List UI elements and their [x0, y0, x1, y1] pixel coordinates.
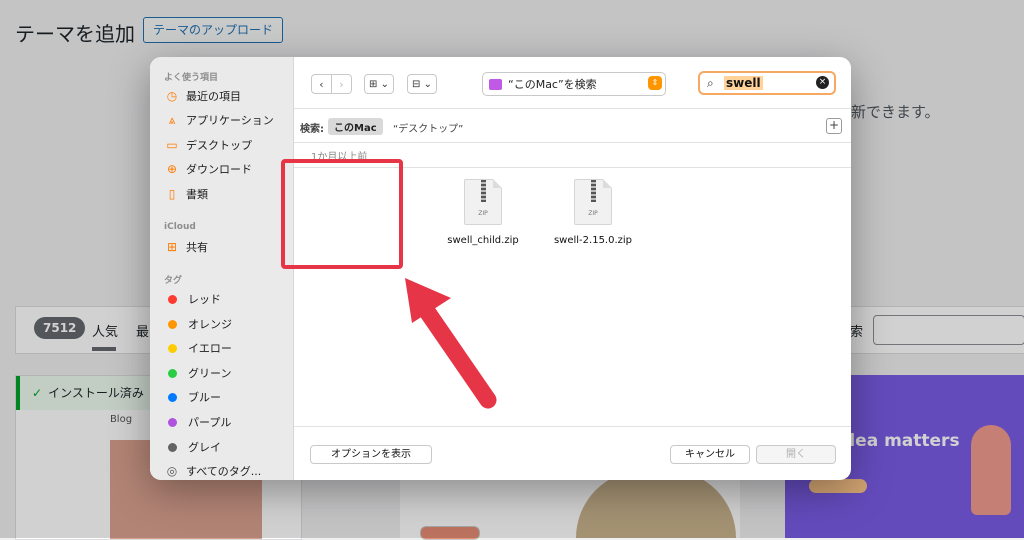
pointer-arrow	[405, 278, 497, 409]
arrow-shaft	[415, 298, 497, 409]
